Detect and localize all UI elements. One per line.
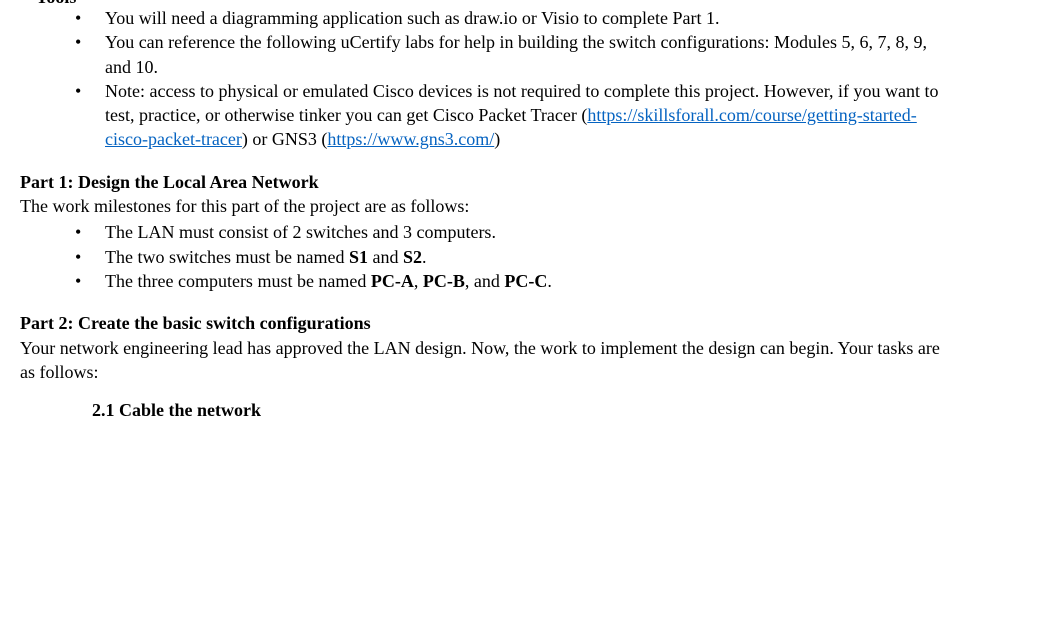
gns3-link[interactable]: https://www.gns3.com/ [327, 129, 494, 149]
bold-text: PC-A [371, 271, 414, 291]
text-fragment: , and [465, 271, 505, 291]
text-fragment: , [414, 271, 423, 291]
list-item: You can reference the following uCertify… [75, 30, 940, 79]
text-fragment: . [422, 247, 427, 267]
bold-text: S1 [349, 247, 368, 267]
document-body: Tools You will need a diagramming applic… [20, 0, 940, 422]
text-fragment: The three computers must be named [105, 271, 371, 291]
text-fragment: . [547, 271, 552, 291]
part1-intro: The work milestones for this part of the… [20, 194, 940, 218]
bold-text: PC-B [423, 271, 465, 291]
bold-text: S2 [403, 247, 422, 267]
tools-list: You will need a diagramming application … [75, 6, 940, 152]
part2-sub1-heading: 2.1 Cable the network [92, 398, 940, 422]
list-item: The two switches must be named S1 and S2… [75, 245, 940, 269]
list-item: You will need a diagramming application … [75, 6, 940, 30]
part1-list: The LAN must consist of 2 switches and 3… [75, 220, 940, 293]
bold-text: PC-C [504, 271, 547, 291]
text-fragment: and [368, 247, 403, 267]
part2-heading: Part 2: Create the basic switch configur… [20, 311, 940, 335]
part1-heading: Part 1: Design the Local Area Network [20, 170, 940, 194]
list-item: Note: access to physical or emulated Cis… [75, 79, 940, 152]
text-fragment: ) [494, 129, 500, 149]
list-item: The LAN must consist of 2 switches and 3… [75, 220, 940, 244]
text-fragment: ) or GNS3 ( [242, 129, 328, 149]
text-fragment: The two switches must be named [105, 247, 349, 267]
part2-intro: Your network engineering lead has approv… [20, 336, 940, 385]
list-item: The three computers must be named PC-A , … [75, 269, 940, 293]
